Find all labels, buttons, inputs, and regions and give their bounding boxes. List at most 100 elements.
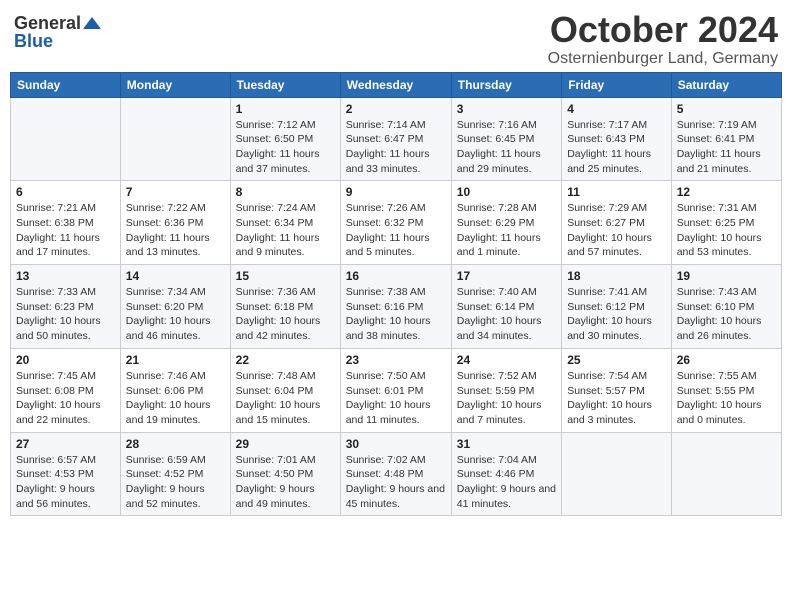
day-info: Sunrise: 7:55 AM Sunset: 5:55 PM Dayligh… [677,369,776,428]
day-number: 27 [16,437,115,451]
calendar-cell: 12 Sunrise: 7:31 AM Sunset: 6:25 PM Dayli… [671,181,781,265]
calendar-cell: 19 Sunrise: 7:43 AM Sunset: 6:10 PM Dayli… [671,265,781,349]
calendar-week-row: 27 Sunrise: 6:57 AM Sunset: 4:53 PM Dayli… [11,432,782,516]
calendar-cell: 2Sunrise: 7:14 AM Sunset: 6:47 PM Daylig… [340,97,451,181]
weekday-header-friday: Friday [562,72,672,97]
day-number: 11 [567,185,666,199]
calendar-cell [671,432,781,516]
day-info: Sunrise: 7:41 AM Sunset: 6:12 PM Dayligh… [567,285,666,344]
day-info: Sunrise: 7:31 AM Sunset: 6:25 PM Dayligh… [677,201,776,260]
calendar-cell [120,97,230,181]
calendar-cell: 27 Sunrise: 6:57 AM Sunset: 4:53 PM Dayli… [11,432,121,516]
weekday-header-saturday: Saturday [671,72,781,97]
day-info: Sunrise: 7:45 AM Sunset: 6:08 PM Dayligh… [16,369,115,428]
calendar-cell: 28Sunrise: 6:59 AM Sunset: 4:52 PM Dayli… [120,432,230,516]
calendar-cell: 8Sunrise: 7:24 AM Sunset: 6:34 PM Daylig… [230,181,340,265]
calendar-cell: 1 Sunrise: 7:12 AM Sunset: 6:50 PM Daylig… [230,97,340,181]
calendar-week-row: 13 Sunrise: 7:33 AM Sunset: 6:23 PM Dayli… [11,265,782,349]
day-info: Sunrise: 7:48 AM Sunset: 6:04 PM Dayligh… [236,369,335,428]
day-info: Sunrise: 7:43 AM Sunset: 6:10 PM Dayligh… [677,285,776,344]
day-number: 29 [236,437,335,451]
day-info: Sunrise: 7:17 AM Sunset: 6:43 PM Dayligh… [567,118,666,177]
day-info: Sunrise: 7:16 AM Sunset: 6:45 PM Dayligh… [457,118,556,177]
day-number: 1 [236,102,335,116]
day-number: 24 [457,353,556,367]
day-number: 3 [457,102,556,116]
day-info: Sunrise: 7:36 AM Sunset: 6:18 PM Dayligh… [236,285,335,344]
calendar-cell: 30Sunrise: 7:02 AM Sunset: 4:48 PM Dayli… [340,432,451,516]
calendar-title: October 2024 [548,10,778,50]
calendar-cell: 16 Sunrise: 7:38 AM Sunset: 6:16 PM Dayli… [340,265,451,349]
day-info: Sunrise: 7:28 AM Sunset: 6:29 PM Dayligh… [457,201,556,260]
day-number: 13 [16,269,115,283]
weekday-header-thursday: Thursday [451,72,561,97]
day-number: 9 [346,185,446,199]
calendar-cell: 14Sunrise: 7:34 AM Sunset: 6:20 PM Dayli… [120,265,230,349]
logo-bird-icon [83,15,101,31]
calendar-cell: 21 Sunrise: 7:46 AM Sunset: 6:06 PM Dayli… [120,348,230,432]
day-number: 31 [457,437,556,451]
calendar-week-row: 20Sunrise: 7:45 AM Sunset: 6:08 PM Dayli… [11,348,782,432]
day-number: 23 [346,353,446,367]
calendar-cell: 9 Sunrise: 7:26 AM Sunset: 6:32 PM Daylig… [340,181,451,265]
logo: General Blue [14,14,101,50]
calendar-cell: 25Sunrise: 7:54 AM Sunset: 5:57 PM Dayli… [562,348,672,432]
day-info: Sunrise: 7:26 AM Sunset: 6:32 PM Dayligh… [346,201,446,260]
day-number: 5 [677,102,776,116]
day-info: Sunrise: 7:38 AM Sunset: 6:16 PM Dayligh… [346,285,446,344]
day-number: 7 [126,185,225,199]
day-info: Sunrise: 7:19 AM Sunset: 6:41 PM Dayligh… [677,118,776,177]
calendar-cell: 26 Sunrise: 7:55 AM Sunset: 5:55 PM Dayli… [671,348,781,432]
day-info: Sunrise: 7:34 AM Sunset: 6:20 PM Dayligh… [126,285,225,344]
calendar-subtitle: Osternienburger Land, Germany [548,50,778,68]
day-number: 17 [457,269,556,283]
calendar-cell: 29 Sunrise: 7:01 AM Sunset: 4:50 PM Dayli… [230,432,340,516]
calendar-cell: 23 Sunrise: 7:50 AM Sunset: 6:01 PM Dayli… [340,348,451,432]
calendar-cell: 3 Sunrise: 7:16 AM Sunset: 6:45 PM Daylig… [451,97,561,181]
calendar-cell: 18 Sunrise: 7:41 AM Sunset: 6:12 PM Dayli… [562,265,672,349]
day-number: 16 [346,269,446,283]
day-info: Sunrise: 6:57 AM Sunset: 4:53 PM Dayligh… [16,453,115,512]
calendar-cell: 7Sunrise: 7:22 AM Sunset: 6:36 PM Daylig… [120,181,230,265]
day-info: Sunrise: 7:14 AM Sunset: 6:47 PM Dayligh… [346,118,446,177]
day-info: Sunrise: 7:50 AM Sunset: 6:01 PM Dayligh… [346,369,446,428]
weekday-header-tuesday: Tuesday [230,72,340,97]
weekday-header-wednesday: Wednesday [340,72,451,97]
calendar-cell: 6Sunrise: 7:21 AM Sunset: 6:38 PM Daylig… [11,181,121,265]
day-number: 19 [677,269,776,283]
day-info: Sunrise: 7:54 AM Sunset: 5:57 PM Dayligh… [567,369,666,428]
day-info: Sunrise: 7:40 AM Sunset: 6:14 PM Dayligh… [457,285,556,344]
day-info: Sunrise: 7:52 AM Sunset: 5:59 PM Dayligh… [457,369,556,428]
calendar-cell: 20Sunrise: 7:45 AM Sunset: 6:08 PM Dayli… [11,348,121,432]
weekday-header-row: SundayMondayTuesdayWednesdayThursdayFrid… [11,72,782,97]
logo-general: General [14,14,81,32]
calendar-cell: 4Sunrise: 7:17 AM Sunset: 6:43 PM Daylig… [562,97,672,181]
calendar-cell: 31 Sunrise: 7:04 AM Sunset: 4:46 PM Dayli… [451,432,561,516]
day-info: Sunrise: 7:12 AM Sunset: 6:50 PM Dayligh… [236,118,335,177]
day-number: 8 [236,185,335,199]
day-number: 21 [126,353,225,367]
weekday-header-sunday: Sunday [11,72,121,97]
calendar-cell: 22 Sunrise: 7:48 AM Sunset: 6:04 PM Dayli… [230,348,340,432]
day-info: Sunrise: 6:59 AM Sunset: 4:52 PM Dayligh… [126,453,225,512]
day-info: Sunrise: 7:29 AM Sunset: 6:27 PM Dayligh… [567,201,666,260]
title-block: October 2024 Osternienburger Land, Germa… [548,10,778,68]
calendar-week-row: 1 Sunrise: 7:12 AM Sunset: 6:50 PM Daylig… [11,97,782,181]
day-number: 18 [567,269,666,283]
calendar-cell: 13 Sunrise: 7:33 AM Sunset: 6:23 PM Dayli… [11,265,121,349]
logo-blue: Blue [14,32,53,50]
calendar-cell: 11 Sunrise: 7:29 AM Sunset: 6:27 PM Dayli… [562,181,672,265]
day-number: 15 [236,269,335,283]
day-number: 12 [677,185,776,199]
day-info: Sunrise: 7:46 AM Sunset: 6:06 PM Dayligh… [126,369,225,428]
day-info: Sunrise: 7:04 AM Sunset: 4:46 PM Dayligh… [457,453,556,512]
day-info: Sunrise: 7:01 AM Sunset: 4:50 PM Dayligh… [236,453,335,512]
day-info: Sunrise: 7:33 AM Sunset: 6:23 PM Dayligh… [16,285,115,344]
day-number: 22 [236,353,335,367]
calendar-table: SundayMondayTuesdayWednesdayThursdayFrid… [10,72,782,517]
calendar-cell: 15 Sunrise: 7:36 AM Sunset: 6:18 PM Dayli… [230,265,340,349]
day-number: 26 [677,353,776,367]
weekday-header-monday: Monday [120,72,230,97]
calendar-cell: 10Sunrise: 7:28 AM Sunset: 6:29 PM Dayli… [451,181,561,265]
calendar-cell: 5 Sunrise: 7:19 AM Sunset: 6:41 PM Daylig… [671,97,781,181]
